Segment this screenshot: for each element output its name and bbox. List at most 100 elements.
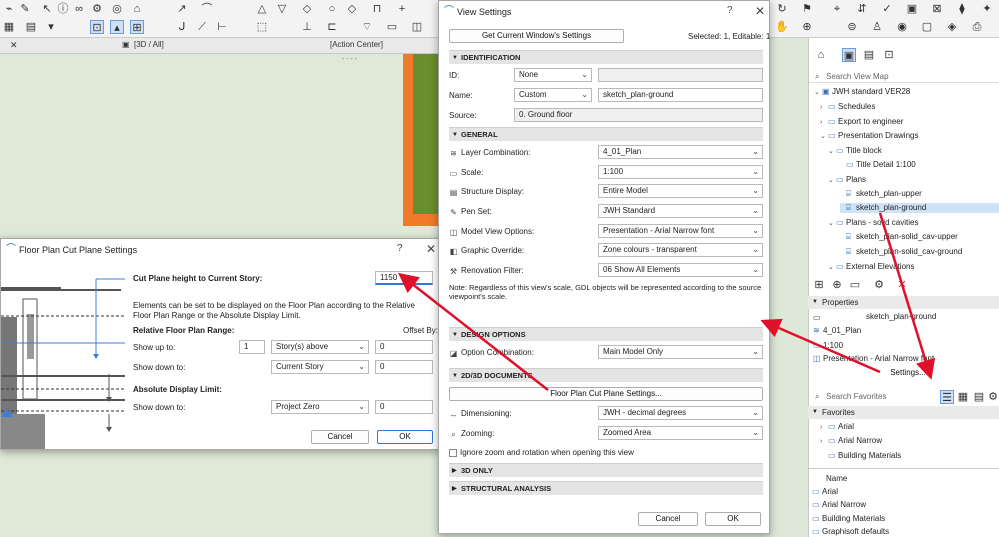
design-options-section[interactable]: ▼ DESIGN OPTIONS <box>449 327 763 341</box>
polyline-icon[interactable]: ⌒ <box>200 2 214 16</box>
clone-icon[interactable]: ⊕ <box>830 278 844 292</box>
hand-icon[interactable]: ✋ <box>775 20 789 34</box>
frame-icon[interactable]: ▢ <box>920 20 934 34</box>
tab-action-center[interactable]: [Action Center] <box>330 40 383 49</box>
printer-icon[interactable]: ⎙ <box>970 20 984 34</box>
folder-add-icon[interactable]: ▭ <box>848 278 862 292</box>
grid-view-icon[interactable]: ▦ <box>956 390 970 404</box>
fav-building-materials[interactable]: ▭ Building Materials <box>828 451 901 460</box>
close-icon[interactable]: ✕ <box>426 242 436 256</box>
zoom-icon[interactable]: ⊕ <box>800 20 814 34</box>
tree-title-detail[interactable]: ▭ Title Detail 1:100 <box>846 160 916 169</box>
fav-arial-narrow[interactable]: › ▭ Arial Narrow <box>820 436 882 445</box>
tool-icon[interactable]: ◫ <box>410 20 424 34</box>
link-icon[interactable]: ∞ <box>72 2 86 16</box>
id-select[interactable]: None ⌄ <box>514 68 592 82</box>
tree-external-elevations[interactable]: ⌄ ▭ External Elevations <box>828 262 914 271</box>
snap-icon-2[interactable]: ▴ <box>110 20 124 34</box>
stair-icon[interactable]: ⊏ <box>325 20 339 34</box>
ignore-zoom-checkbox[interactable] <box>449 449 457 457</box>
dimensioning-select[interactable]: JWH - decimal degrees ⌄ <box>598 406 763 420</box>
flag-icon[interactable]: ⚑ <box>800 2 814 16</box>
cancel-button[interactable]: Cancel <box>311 430 369 444</box>
new-view-icon[interactable]: ⊞ <box>812 278 826 292</box>
tree-presentation[interactable]: ⌄ ▭ Presentation Drawings <box>820 131 918 140</box>
model-view-options-select[interactable]: Presentation - Arial Narrow font ⌄ <box>598 224 763 238</box>
publisher-icon[interactable]: ⊡ <box>882 48 896 62</box>
tab-3d-all[interactable]: [3D / All] <box>134 40 164 49</box>
camera-icon[interactable]: ◉ <box>895 20 909 34</box>
pointer-icon[interactable]: ⌁ <box>2 2 16 16</box>
settings-icon[interactable]: ⚙ <box>872 278 886 292</box>
layout-icon[interactable]: ▤ <box>24 20 38 34</box>
general-section[interactable]: ▼ GENERAL <box>449 127 763 141</box>
fav-arial[interactable]: › ▭ Arial <box>820 422 854 431</box>
check-icon[interactable]: ✓ <box>880 2 894 16</box>
plus-icon[interactable]: + <box>395 2 409 16</box>
close-tab-icon[interactable]: ✕ <box>10 40 18 51</box>
cancel-button[interactable]: Cancel <box>638 512 698 526</box>
lock-icon[interactable]: ⊠ <box>930 2 944 16</box>
show-down-offset-input[interactable]: 0 <box>375 360 433 374</box>
arrow-tool-icon[interactable]: ↖ <box>40 2 54 16</box>
tree-title-block[interactable]: ⌄ ▭ Title block <box>828 146 882 155</box>
gear-tool-icon[interactable]: ⚙ <box>90 2 104 16</box>
triangle-up-icon[interactable]: △ <box>255 2 269 16</box>
tree-schedules[interactable]: › ▭ Schedules <box>820 102 875 111</box>
documents-2d3d-section[interactable]: ▼ 2D/3D DOCUMENTS <box>449 368 763 382</box>
name-row-graphisoft[interactable]: ▭ Graphisoft defaults <box>812 527 889 536</box>
identification-section[interactable]: ▼ IDENTIFICATION <box>449 50 763 64</box>
pen-set-select[interactable]: JWH Standard ⌄ <box>598 204 763 218</box>
rect-icon[interactable]: ▭ <box>385 20 399 34</box>
help-icon[interactable]: ? <box>397 243 403 254</box>
eye-icon[interactable]: ◈ <box>945 20 959 34</box>
bracket-icon[interactable]: ⊓ <box>370 2 384 16</box>
project-map-icon[interactable]: ⌂ <box>814 48 828 62</box>
axis-icon[interactable]: ⊢ <box>215 20 229 34</box>
person-icon[interactable]: ♙ <box>870 20 884 34</box>
magnet-icon[interactable]: ᒍ <box>175 20 189 34</box>
delete-icon[interactable]: ✕ <box>895 278 909 292</box>
structural-analysis-section[interactable]: ▶ STRUCTURAL ANALYSIS <box>449 481 763 495</box>
layers-icon[interactable]: ⊜ <box>845 20 859 34</box>
show-down-select[interactable]: Current Story ⌄ <box>271 360 369 374</box>
detail-view-icon[interactable]: ▤ <box>972 390 986 404</box>
name-mode-select[interactable]: Custom ⌄ <box>514 88 592 102</box>
grid-icon[interactable]: ▦ <box>2 20 16 34</box>
option-combination-select[interactable]: Main Model Only ⌄ <box>598 345 763 359</box>
diamond-icon-2[interactable]: ◇ <box>345 2 359 16</box>
window-icon[interactable]: ▣ <box>905 2 919 16</box>
close-icon[interactable]: ✕ <box>755 4 765 18</box>
ruler-icon[interactable]: ⊥ <box>300 20 314 34</box>
show-up-count-input[interactable]: 1 <box>239 340 265 354</box>
tree-solid-cavities[interactable]: ⌄ ▭ Plans - solid cavities <box>828 218 918 227</box>
tree-export[interactable]: › ▭ Export to engineer <box>820 117 903 126</box>
search-view-map-input[interactable]: Search View Map <box>826 72 889 81</box>
diamond-icon[interactable]: ◇ <box>300 2 314 16</box>
layout-book-icon[interactable]: ▤ <box>862 48 876 62</box>
tree-solid-cav-ground[interactable]: ⌸ sketch_plan-solid_cav-ground <box>846 247 962 257</box>
list-view-icon[interactable]: ☰ <box>940 390 954 404</box>
ok-button[interactable]: OK <box>377 430 433 444</box>
zooming-select[interactable]: Zoomed Area ⌄ <box>598 426 763 440</box>
tag-icon[interactable]: ⧫ <box>955 2 969 16</box>
show-up-select[interactable]: Story(s) above ⌄ <box>271 340 369 354</box>
orbit-icon[interactable]: ◎ <box>110 2 124 16</box>
abs-down-offset-input[interactable]: 0 <box>375 400 433 414</box>
info-icon[interactable]: ⓘ <box>56 2 70 16</box>
tree-plan-upper[interactable]: ⌸ sketch_plan-upper <box>846 189 922 199</box>
id-text-field[interactable] <box>598 68 763 82</box>
tree-plan-ground[interactable]: ⌸ sketch_plan-ground <box>840 203 999 213</box>
name-row-building-materials[interactable]: ▭ Building Materials <box>812 514 885 523</box>
cut-height-input[interactable]: 1150 <box>375 271 433 285</box>
split-icon[interactable]: ⇵ <box>855 2 869 16</box>
ok-button[interactable]: OK <box>705 512 761 526</box>
cube-icon[interactable]: ⬚ <box>255 20 269 34</box>
marquee-icon[interactable]: ✎ <box>18 2 32 16</box>
help-icon[interactable]: ? <box>727 5 733 16</box>
show-up-offset-input[interactable]: 0 <box>375 340 433 354</box>
chevron-down-icon[interactable]: ▾ <box>44 20 58 34</box>
graphic-override-select[interactable]: Zone colours - transparent ⌄ <box>598 243 763 257</box>
properties-name-field[interactable]: sketch_plan-ground <box>862 311 997 325</box>
snap-icon[interactable]: ⊡ <box>90 20 104 34</box>
